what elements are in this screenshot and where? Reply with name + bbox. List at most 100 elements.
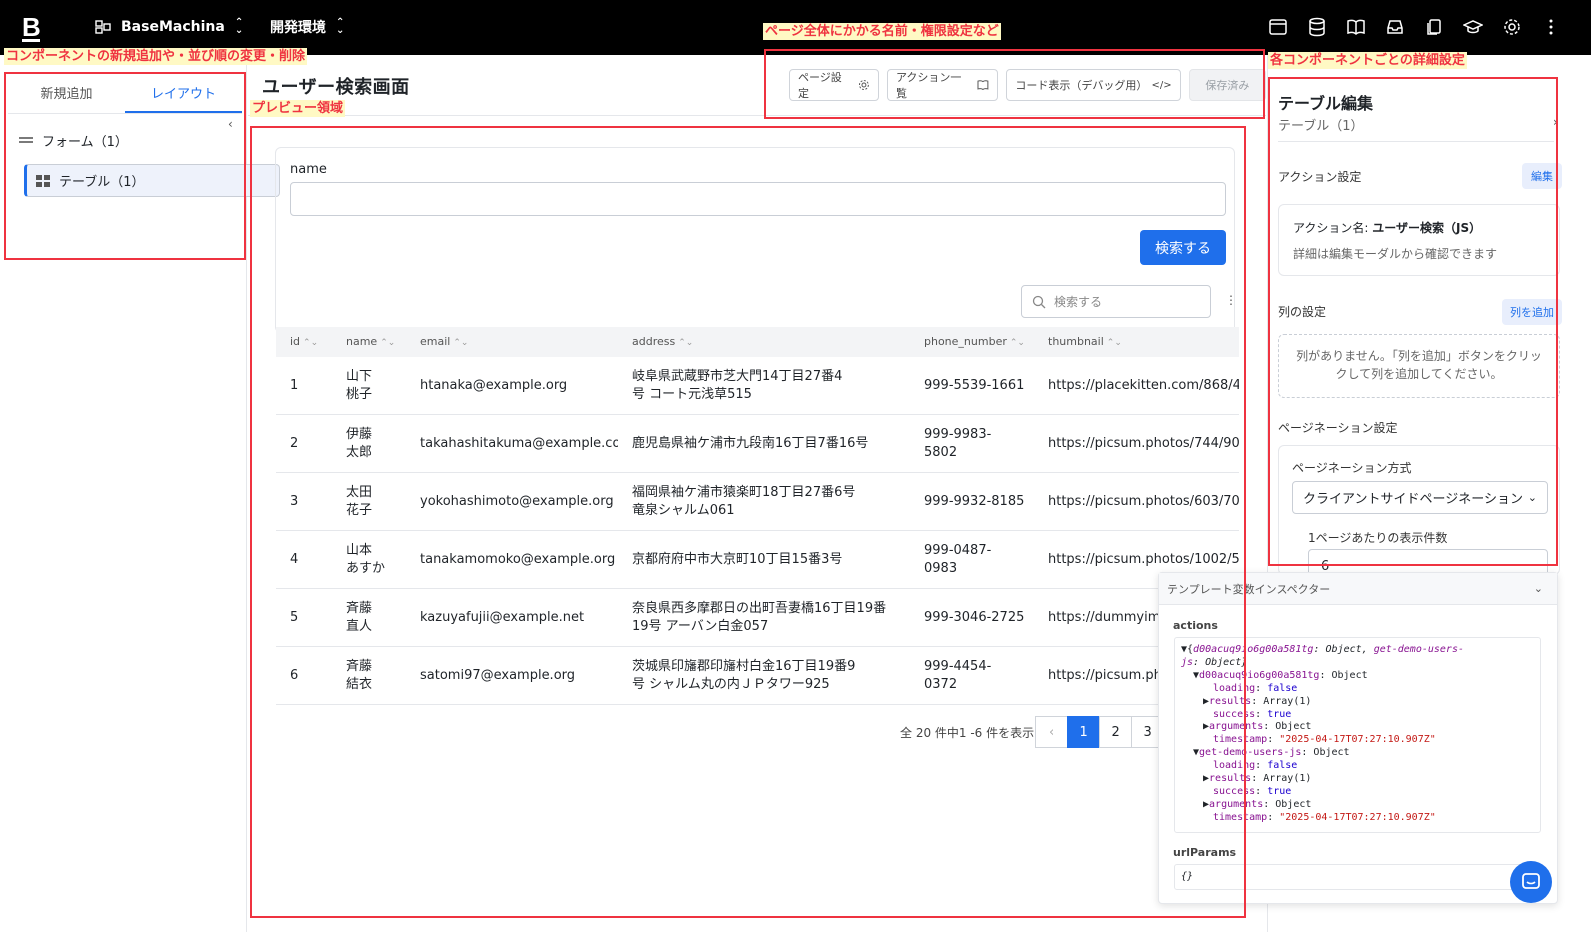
graduation-cap-icon[interactable] bbox=[1461, 15, 1485, 39]
cell-id: 1 bbox=[290, 377, 299, 393]
edit-action-button[interactable]: 編集 bbox=[1522, 163, 1562, 189]
page-settings-label: ページ設定 bbox=[798, 71, 842, 100]
cell-phone: 999-0487-0983 bbox=[924, 542, 992, 576]
copy-icon[interactable] bbox=[1422, 15, 1446, 39]
app-switcher[interactable]: BaseMachina ⌃ ⌄ bbox=[95, 16, 243, 38]
cell-id: 6 bbox=[290, 667, 299, 683]
app-name: BaseMachina bbox=[121, 19, 225, 35]
inbox-icon[interactable] bbox=[1383, 15, 1407, 39]
table-search-input[interactable]: 検索する bbox=[1021, 285, 1211, 318]
action-note: 詳細は編集モーダルから確認できます bbox=[1293, 247, 1498, 261]
column-header-phone[interactable]: phone_number ⌃⌄ bbox=[910, 333, 1034, 352]
book-icon[interactable] bbox=[1344, 15, 1368, 39]
actions-tree[interactable]: ▼{d00acuq9io6g00a581tg: Object, get-demo… bbox=[1174, 637, 1541, 833]
book-icon bbox=[977, 80, 989, 91]
chevron-down-icon[interactable]: ⌄ bbox=[1534, 582, 1543, 595]
action-name-label: アクション名: bbox=[1293, 221, 1369, 235]
cell-name: 太田 花子 bbox=[346, 484, 373, 518]
cell-id: 3 bbox=[290, 493, 299, 509]
cell-id: 2 bbox=[290, 435, 299, 451]
action-card: アクション名: ユーザー検索（JS） 詳細は編集モーダルから確認できます bbox=[1278, 204, 1560, 276]
chevron-up-down-icon: ⌃ ⌄ bbox=[336, 17, 345, 36]
cell-email: yokohashimoto@example.org bbox=[420, 493, 614, 509]
panel-subtitle: テーブル（1） bbox=[1278, 119, 1364, 134]
search-placeholder: 検索する bbox=[1054, 295, 1103, 309]
search-button[interactable]: 検索する bbox=[1140, 230, 1226, 265]
column-header-id[interactable]: id ⌃⌄ bbox=[276, 333, 332, 352]
data-table: id ⌃⌄ name ⌃⌄ email ⌃⌄ address ⌃⌄ phone_numb… bbox=[276, 327, 1239, 705]
cell-email: satomi97@example.org bbox=[420, 667, 576, 683]
page-button[interactable]: 2 bbox=[1099, 716, 1133, 748]
add-column-button[interactable]: 列を追加 bbox=[1502, 299, 1562, 325]
cell-email: tanakamomoko@example.org bbox=[420, 551, 616, 567]
cell-address: 福岡県袖ケ浦市猿楽町18丁目27番6号 竜泉シャルム061 bbox=[632, 484, 856, 518]
annotation-label-right: 各コンポーネントごとの詳細設定 bbox=[1268, 52, 1467, 69]
preview-area: ユーザー検索画面 ページ設定 アクション一覧 コード表示（デバッグ用） </> … bbox=[248, 55, 1266, 932]
environment-switcher[interactable]: 開発環境 ⌃ ⌄ bbox=[270, 16, 344, 38]
page-settings-button[interactable]: ページ設定 bbox=[789, 69, 879, 101]
gear-icon bbox=[859, 80, 869, 90]
cell-phone: 999-5539-1661 bbox=[924, 377, 1025, 393]
annotation-label-top: ページ全体にかかる名前・権限設定など bbox=[763, 23, 1001, 40]
column-header-thumbnail[interactable]: thumbnail ⌃⌄ bbox=[1034, 333, 1239, 352]
annotation-label-preview: プレビュー領域 bbox=[250, 100, 346, 117]
prev-page-button[interactable]: ‹ bbox=[1035, 716, 1069, 748]
empty-columns-message: 列がありません。「列を追加」ボタンをクリックして列を追加してください。 bbox=[1278, 334, 1560, 398]
url-params-label: urlParams bbox=[1173, 846, 1237, 859]
browser-icon[interactable] bbox=[1266, 15, 1290, 39]
name-input[interactable] bbox=[290, 182, 1226, 216]
cell-name: 伊藤 太郎 bbox=[346, 426, 373, 460]
table-row[interactable]: 5 斉藤 直人 kazuyafujii@example.net 奈良県西多摩郡日… bbox=[276, 589, 1239, 647]
per-page-label: 1ページあたりの表示件数 bbox=[1308, 531, 1448, 545]
code-icon: </> bbox=[1151, 79, 1172, 91]
table-row[interactable]: 1 山下 桃子 htanaka@example.org 岐阜県武蔵野市芝大門14… bbox=[276, 357, 1239, 415]
cell-email: kazuyafujii@example.net bbox=[420, 609, 585, 625]
cell-email: htanaka@example.org bbox=[420, 377, 568, 393]
table-row[interactable]: 6 斉藤 結衣 satomi97@example.org 茨城県印旛郡印旛村白金… bbox=[276, 647, 1239, 705]
url-params-value[interactable]: {} bbox=[1174, 864, 1541, 890]
collapse-right-icon[interactable]: › bbox=[1553, 115, 1558, 129]
columns-section-title: 列の設定 bbox=[1278, 305, 1327, 319]
code-view-button[interactable]: コード表示（デバッグ用） </> bbox=[1006, 69, 1181, 101]
name-field-label: name bbox=[290, 162, 327, 177]
tab-layout[interactable]: レイアウト bbox=[125, 80, 242, 113]
table-menu-icon[interactable]: ⋮ bbox=[1225, 293, 1237, 307]
cell-address: 茨城県印旛郡印旛村白金16丁目19番9号 シャルム丸の内ＪＰタワー925 bbox=[632, 658, 856, 692]
column-header-name[interactable]: name ⌃⌄ bbox=[332, 333, 406, 352]
cell-id: 4 bbox=[290, 551, 299, 567]
tab-add-new[interactable]: 新規追加 bbox=[8, 80, 125, 113]
column-header-email[interactable]: email ⌃⌄ bbox=[406, 333, 618, 352]
layout-item-form[interactable]: フォーム（1） bbox=[8, 121, 239, 159]
inspector-header[interactable]: テンプレート変数インスペクター ⌄ bbox=[1159, 573, 1557, 605]
table-row[interactable]: 2 伊藤 太郎 takahashitakuma@example.com 鹿児島県… bbox=[276, 415, 1239, 473]
code-view-label: コード表示（デバッグ用） bbox=[1015, 79, 1148, 92]
action-list-label: アクション一覧 bbox=[895, 71, 962, 100]
pagination-method-value: クライアントサイドページネーション bbox=[1303, 492, 1523, 507]
chevron-up-down-icon: ⌃ ⌄ bbox=[234, 17, 244, 36]
action-list-button[interactable]: アクション一覧 bbox=[886, 69, 999, 101]
table-header: id ⌃⌄ name ⌃⌄ email ⌃⌄ address ⌃⌄ phone_numb… bbox=[276, 327, 1239, 357]
cell-name: 山本 あすか bbox=[346, 542, 386, 576]
database-icon[interactable] bbox=[1305, 15, 1329, 39]
table-row[interactable]: 4 山本 あすか tanakamomoko@example.org 京都府府中市… bbox=[276, 531, 1239, 589]
layout-item-label: テーブル（1） bbox=[59, 175, 145, 190]
page-title: ユーザー検索画面 bbox=[262, 77, 410, 98]
cell-name: 斉藤 直人 bbox=[346, 600, 373, 634]
layout-item-table[interactable]: テーブル（1） bbox=[24, 164, 280, 197]
chat-icon bbox=[1522, 873, 1540, 889]
table-row[interactable]: 3 太田 花子 yokohashimoto@example.org 福岡県袖ケ浦… bbox=[276, 473, 1239, 531]
cell-name: 斉藤 結衣 bbox=[346, 658, 373, 692]
chat-button[interactable] bbox=[1510, 861, 1552, 903]
search-icon bbox=[1032, 295, 1046, 308]
gear-icon[interactable] bbox=[1500, 15, 1524, 39]
more-vertical-icon[interactable] bbox=[1539, 15, 1563, 39]
basemachina-logo[interactable]: B bbox=[22, 14, 41, 42]
pagination-method-select[interactable]: クライアントサイドページネーション ⌄ bbox=[1292, 481, 1548, 514]
cell-id: 5 bbox=[290, 609, 299, 625]
saved-button[interactable]: 保存済み bbox=[1188, 69, 1266, 101]
cell-phone: 999-9983-5802 bbox=[924, 426, 992, 460]
cell-phone: 999-3046-2725 bbox=[924, 609, 1025, 625]
column-header-address[interactable]: address ⌃⌄ bbox=[618, 333, 910, 352]
page-button[interactable]: 1 bbox=[1067, 716, 1101, 748]
divider bbox=[248, 115, 1266, 116]
